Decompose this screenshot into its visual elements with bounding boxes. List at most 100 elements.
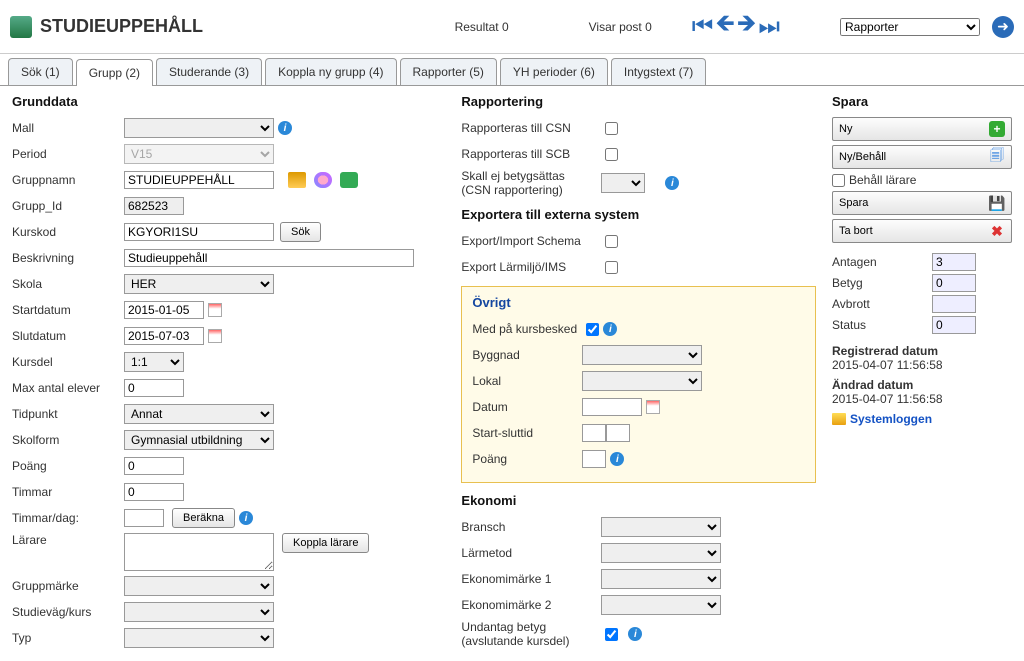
info-icon[interactable]: i (610, 452, 624, 466)
e2-select[interactable] (601, 595, 721, 615)
skola-select[interactable]: HER (124, 274, 274, 294)
slut-label: Slutdatum (12, 329, 124, 343)
tabort-button[interactable]: Ta bort✖ (832, 219, 1012, 243)
beskr-input[interactable] (124, 249, 414, 267)
info-icon[interactable]: i (665, 176, 679, 190)
tab-rapporter[interactable]: Rapporter (5) (400, 58, 497, 85)
export-schema-checkbox[interactable] (605, 235, 618, 248)
first-icon[interactable]: ⏮ (692, 13, 714, 41)
tab-yh[interactable]: YH perioder (6) (500, 58, 608, 85)
skolform-label: Skolform (12, 433, 124, 447)
export-schema-label: Export/Import Schema (461, 234, 601, 248)
studievag-select[interactable] (124, 602, 274, 622)
tab-studerande[interactable]: Studerande (3) (156, 58, 262, 85)
gruppid-label: Grupp_Id (12, 199, 124, 213)
phone-icon[interactable] (340, 172, 358, 188)
larare-textarea[interactable] (124, 533, 274, 571)
timmar-input[interactable] (124, 483, 184, 501)
betyg-label: Betyg (832, 276, 932, 290)
page-title: STUDIEUPPEHÅLL (40, 16, 203, 37)
poang-input[interactable] (124, 457, 184, 475)
export-ims-label: Export Lärmiljö/IMS (461, 260, 601, 274)
nybehall-button[interactable]: Ny/Behåll🗐 (832, 145, 1012, 169)
med-label: Med på kursbesked (472, 322, 582, 336)
next-icon[interactable]: 🡺 (737, 6, 757, 47)
e1-select[interactable] (601, 569, 721, 589)
skall-select[interactable] (601, 173, 645, 193)
rapporter-select[interactable]: Rapporter (840, 18, 980, 36)
undantag-label: Undantag betyg(avslutande kursdel) (461, 620, 601, 648)
timmardag-input[interactable] (124, 509, 164, 527)
skolform-select[interactable]: Gymnasial utbildning (124, 430, 274, 450)
gruppnamn-input[interactable] (124, 171, 274, 189)
bygg-label: Byggnad (472, 348, 582, 362)
timmardag-label: Timmar/dag: (12, 511, 124, 525)
status-label: Status (832, 318, 932, 332)
larare-label: Lärare (12, 533, 124, 547)
koppla-larare-button[interactable]: Koppla lärare (282, 533, 369, 553)
calendar-icon[interactable] (208, 303, 222, 317)
starttid-from-input[interactable] (582, 424, 606, 442)
bransch-select[interactable] (601, 517, 721, 537)
behall-larare-label: Behåll lärare (849, 173, 916, 187)
larmetod-select[interactable] (601, 543, 721, 563)
visar-label: Visar post 0 (589, 20, 652, 34)
kurskod-input[interactable] (124, 223, 274, 241)
maxel-input[interactable] (124, 379, 184, 397)
tab-intygstext[interactable]: Intygstext (7) (611, 58, 706, 85)
tab-sok[interactable]: Sök (1) (8, 58, 73, 85)
copy-icon: 🗐 (989, 149, 1005, 165)
rapportering-title: Rapportering (461, 94, 816, 109)
slut-input[interactable] (124, 327, 204, 345)
tab-koppla[interactable]: Koppla ny grupp (4) (265, 58, 396, 85)
skola-label: Skola (12, 277, 124, 291)
scb-label: Rapporteras till SCB (461, 147, 601, 161)
info-icon[interactable]: i (239, 511, 253, 525)
tidpunkt-select[interactable]: Annat (124, 404, 274, 424)
gruppmarke-select[interactable] (124, 576, 274, 596)
starttid-to-input[interactable] (606, 424, 630, 442)
lokal-select[interactable] (582, 371, 702, 391)
period-select[interactable]: V15 (124, 144, 274, 164)
calendar-icon[interactable] (208, 329, 222, 343)
csn-checkbox[interactable] (605, 122, 618, 135)
csn-label: Rapporteras till CSN (461, 121, 601, 135)
resultat-label: Resultat 0 (455, 20, 509, 34)
scb-checkbox[interactable] (605, 148, 618, 161)
e2-label: Ekonomimärke 2 (461, 598, 601, 612)
export-ims-checkbox[interactable] (605, 261, 618, 274)
bygg-select[interactable] (582, 345, 702, 365)
calendar-icon[interactable] (646, 400, 660, 414)
berakna-button[interactable]: Beräkna (172, 508, 235, 528)
antagen-value (932, 253, 976, 271)
ny-button[interactable]: Ny+ (832, 117, 1012, 141)
info-icon[interactable]: i (603, 322, 617, 336)
undantag-checkbox[interactable] (605, 628, 618, 641)
tab-grupp[interactable]: Grupp (2) (76, 59, 153, 86)
spara-button[interactable]: Spara💾 (832, 191, 1012, 215)
palette-icon[interactable] (314, 172, 332, 188)
sok-button[interactable]: Sök (280, 222, 321, 242)
info-icon[interactable]: i (628, 627, 642, 641)
picture-icon[interactable] (288, 172, 306, 188)
datum-input[interactable] (582, 398, 642, 416)
prev-icon[interactable]: 🡸 (715, 6, 735, 47)
start-input[interactable] (124, 301, 204, 319)
typ-select[interactable] (124, 628, 274, 648)
ovr-poang-input[interactable] (582, 450, 606, 468)
export-title: Exportera till externa system (461, 207, 816, 222)
mall-select[interactable] (124, 118, 274, 138)
gruppid-input (124, 197, 184, 215)
and-title: Ändrad datum (832, 378, 1012, 392)
lokal-label: Lokal (472, 374, 582, 388)
go-button[interactable]: ➜ (992, 16, 1014, 38)
systemloggen-link[interactable]: Systemloggen (832, 412, 1012, 426)
kursdel-select[interactable]: 1:1 (124, 352, 184, 372)
med-checkbox[interactable] (586, 323, 599, 336)
ekonomi-title: Ekonomi (461, 493, 816, 508)
last-icon[interactable]: ⏭ (758, 13, 780, 41)
behall-larare-checkbox[interactable] (832, 174, 845, 187)
info-icon[interactable]: i (278, 121, 292, 135)
kursdel-label: Kursdel (12, 355, 124, 369)
ovrigt-title: Övrigt (472, 295, 805, 310)
